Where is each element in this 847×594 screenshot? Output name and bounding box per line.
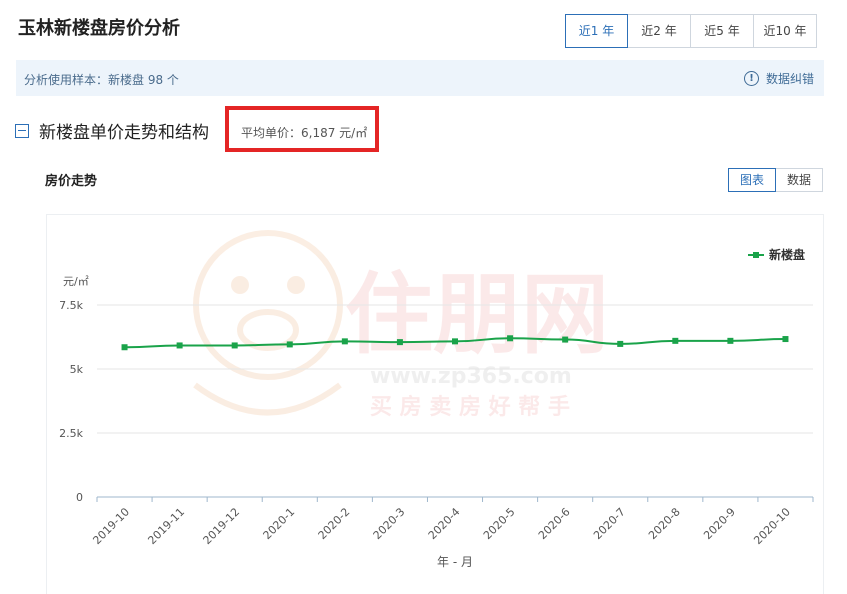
x-tick-label: 2020-10 — [751, 505, 793, 547]
x-tick-label: 2020-7 — [591, 505, 628, 542]
data-point[interactable] — [121, 344, 128, 351]
watermark-slogan: 买 房 卖 房 好 帮 手 — [370, 394, 570, 420]
tab-chart[interactable]: 图表 — [728, 168, 776, 192]
data-point[interactable] — [396, 339, 403, 346]
data-point[interactable] — [176, 342, 183, 349]
tab-1-year[interactable]: 近1 年 — [565, 14, 628, 48]
data-point[interactable] — [507, 335, 514, 342]
data-point[interactable] — [727, 337, 734, 344]
data-point[interactable] — [562, 336, 569, 343]
data-point[interactable] — [672, 337, 679, 344]
x-tick-label: 2020-2 — [316, 505, 353, 542]
data-point[interactable] — [452, 338, 458, 345]
data-point[interactable] — [341, 338, 348, 345]
x-tick-label: 2020-8 — [646, 505, 683, 542]
x-tick-label: 2020-4 — [426, 505, 463, 542]
x-tick-label: 2019-11 — [145, 505, 187, 547]
y-tick-label: 2.5k — [59, 427, 83, 440]
y-tick-label: 0 — [76, 491, 83, 504]
price-trend-chart: 住朋网 www.zp365.com 买 房 卖 房 好 帮 手 0 2.5k 5k 7… — [59, 230, 814, 569]
y-tick-label: 7.5k — [59, 299, 83, 312]
data-point[interactable] — [782, 336, 789, 343]
y-tick-label: 5k — [70, 363, 84, 376]
legend-marker — [753, 252, 759, 258]
watermark-url: www.zp365.com — [370, 364, 572, 389]
x-tick-label: 2019-12 — [201, 505, 243, 547]
x-tick-label: 2020-5 — [481, 505, 518, 542]
x-tick-label: 2019-10 — [90, 505, 132, 547]
legend-label[interactable]: 新楼盘 — [769, 247, 805, 262]
x-tick-label: 2020-6 — [536, 505, 573, 542]
data-point[interactable] — [231, 342, 238, 349]
data-point[interactable] — [617, 340, 624, 347]
x-tick-label: 2020-1 — [261, 505, 298, 542]
y-axis-label: 元/㎡ — [63, 275, 89, 288]
x-axis: 2019-10 2019-11 2019-12 2020-1 2020-2 2020-3 2… — [90, 496, 814, 547]
y-axis: 0 2.5k 5k 7.5k — [59, 299, 83, 504]
data-point[interactable] — [286, 341, 293, 348]
x-axis-label: 年 - 月 — [437, 555, 473, 569]
watermark: 住朋网 www.zp365.com 买 房 卖 房 好 帮 手 — [193, 230, 609, 420]
mascot-pig-icon — [193, 230, 343, 416]
watermark-brand: 住朋网 — [345, 263, 609, 366]
x-tick-label: 2020-9 — [701, 505, 738, 542]
legend: 新楼盘 — [748, 247, 805, 262]
x-tick-label: 2020-3 — [371, 505, 408, 542]
